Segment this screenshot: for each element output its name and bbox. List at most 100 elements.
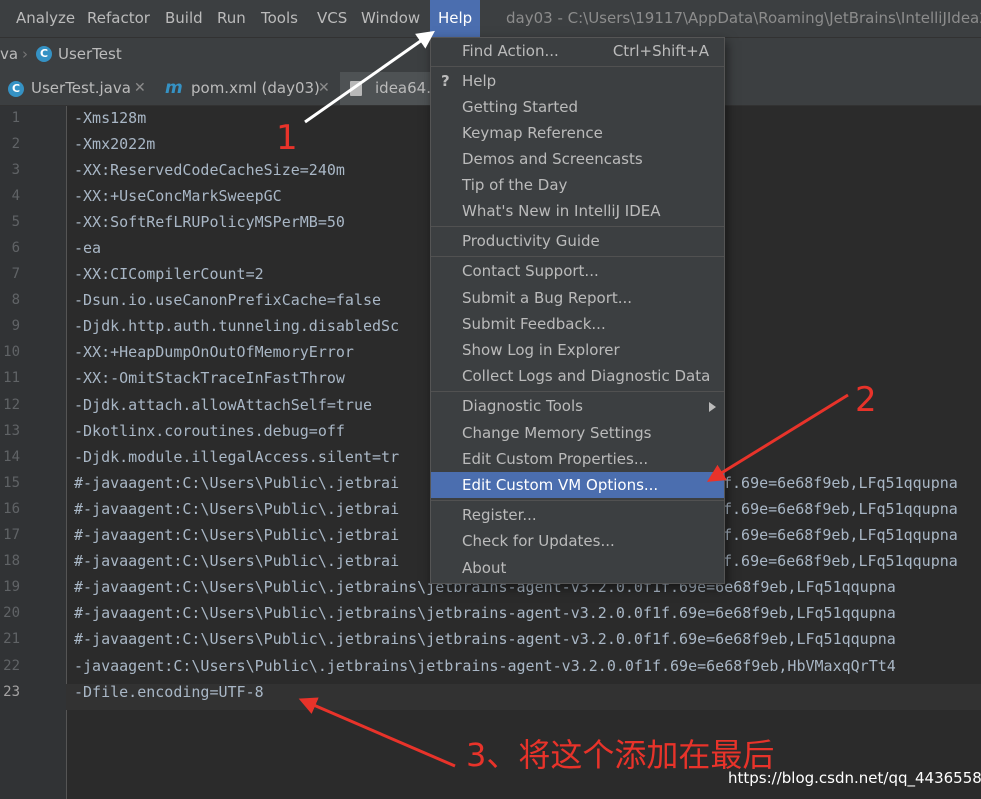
breadcrumb-file[interactable]: UserTest bbox=[58, 38, 122, 71]
line-number: 4 bbox=[11, 188, 20, 204]
menu-item-label: What's New in IntelliJ IDEA bbox=[462, 202, 661, 220]
code-line: -Dsun.io.useCanonPrefixCache=false bbox=[74, 291, 382, 309]
tab-label: pom.xml (day03) bbox=[191, 79, 320, 97]
tab-usertest[interactable]: C UserTest.java ✕ bbox=[0, 72, 157, 105]
line-number: 1 bbox=[11, 110, 20, 126]
code-line: #-javaagent:C:\Users\Public\.jetbrai bbox=[74, 552, 400, 570]
menu-item-check-updates[interactable]: Check for Updates... bbox=[431, 528, 724, 554]
code-line-tail: f.69e=6e68f9eb,LFq51qqupna bbox=[723, 500, 958, 518]
menu-item-contact-support[interactable]: Contact Support... bbox=[431, 258, 724, 284]
menu-analyze[interactable]: Analyze bbox=[16, 0, 75, 37]
tab-pom[interactable]: m pom.xml (day03) ✕ bbox=[157, 72, 340, 105]
menu-build[interactable]: Build bbox=[165, 0, 203, 37]
maven-icon: m bbox=[165, 78, 183, 98]
menu-help[interactable]: Help bbox=[430, 0, 481, 37]
code-line: #-javaagent:C:\Users\Public\.jetbrains\j… bbox=[74, 604, 896, 622]
breadcrumb-chevron-icon: › bbox=[22, 45, 28, 63]
menu-refactor[interactable]: Refactor bbox=[87, 0, 150, 37]
menu-item-label: Getting Started bbox=[462, 98, 578, 116]
code-line: -XX:+UseConcMarkSweepGC bbox=[74, 187, 282, 205]
menu-item-label: Find Action... bbox=[462, 42, 559, 60]
menu-window[interactable]: Window bbox=[361, 0, 420, 37]
menu-item-productivity-guide[interactable]: Productivity Guide bbox=[431, 228, 724, 254]
menu-item-edit-custom-vm-options[interactable]: Edit Custom VM Options... bbox=[431, 472, 724, 498]
menu-item-getting-started[interactable]: Getting Started bbox=[431, 94, 724, 120]
menu-item-demos[interactable]: Demos and Screencasts bbox=[431, 146, 724, 172]
file-icon bbox=[350, 81, 362, 96]
step-2-label: 2 bbox=[855, 380, 877, 420]
close-icon[interactable]: ✕ bbox=[134, 72, 146, 105]
tab-idea64[interactable]: idea64. bbox=[340, 72, 432, 105]
menu-item-label: Edit Custom Properties... bbox=[462, 450, 649, 468]
code-line: -Djdk.attach.allowAttachSelf=true bbox=[74, 396, 373, 414]
menu-item-submit-bug[interactable]: Submit a Bug Report... bbox=[431, 285, 724, 311]
line-number: 17 bbox=[3, 527, 20, 543]
menu-item-submit-feedback[interactable]: Submit Feedback... bbox=[431, 311, 724, 337]
line-number: 19 bbox=[3, 579, 20, 595]
menu-item-tip-of-the-day[interactable]: Tip of the Day bbox=[431, 172, 724, 198]
help-menu-dropdown: Find Action... Ctrl+Shift+A ? Help Getti… bbox=[430, 37, 725, 584]
menu-tools[interactable]: Tools bbox=[261, 0, 298, 37]
menu-item-label: Submit a Bug Report... bbox=[462, 289, 633, 307]
menu-item-label: Demos and Screencasts bbox=[462, 150, 643, 168]
menu-separator bbox=[431, 391, 724, 392]
line-number: 7 bbox=[11, 266, 20, 282]
menu-item-label: Register... bbox=[462, 506, 537, 524]
shortcut-label: Ctrl+Shift+A bbox=[612, 42, 709, 60]
menu-item-register[interactable]: Register... bbox=[431, 502, 724, 528]
menu-item-collect-logs[interactable]: Collect Logs and Diagnostic Data bbox=[431, 363, 724, 389]
menu-item-edit-custom-properties[interactable]: Edit Custom Properties... bbox=[431, 446, 724, 472]
menu-item-change-memory[interactable]: Change Memory Settings bbox=[431, 420, 724, 446]
code-line: -XX:CICompilerCount=2 bbox=[74, 265, 264, 283]
line-number: 18 bbox=[3, 553, 20, 569]
line-number: 5 bbox=[11, 214, 20, 230]
code-line: -Dkotlinx.coroutines.debug=off bbox=[74, 422, 345, 440]
code-line: -Djdk.http.auth.tunneling.disabledSc bbox=[74, 317, 400, 335]
menu-item-label: Tip of the Day bbox=[462, 176, 568, 194]
menu-item-find-action[interactable]: Find Action... Ctrl+Shift+A bbox=[431, 38, 724, 64]
menu-item-label: Show Log in Explorer bbox=[462, 341, 620, 359]
menu-item-keymap-reference[interactable]: Keymap Reference bbox=[431, 120, 724, 146]
code-line-tail: f.69e=6e68f9eb,LFq51qqupna bbox=[723, 474, 958, 492]
menu-item-label: Change Memory Settings bbox=[462, 424, 652, 442]
menu-item-help[interactable]: ? Help bbox=[431, 68, 724, 94]
breadcrumb-parent[interactable]: va bbox=[0, 38, 18, 71]
menu-item-whats-new[interactable]: What's New in IntelliJ IDEA bbox=[431, 198, 724, 224]
line-number: 22 bbox=[3, 658, 20, 674]
menu-vcs[interactable]: VCS bbox=[317, 0, 347, 37]
menu-separator bbox=[431, 66, 724, 67]
line-number: 13 bbox=[3, 423, 20, 439]
java-class-icon: C bbox=[8, 81, 24, 97]
line-number: 20 bbox=[3, 605, 20, 621]
java-class-icon: C bbox=[36, 46, 52, 62]
menu-separator bbox=[431, 226, 724, 227]
line-number: 9 bbox=[11, 318, 20, 334]
line-number: 2 bbox=[11, 136, 20, 152]
code-line: -Djdk.module.illegalAccess.silent=tr bbox=[74, 448, 400, 466]
window-title: day03 - C:\Users\19117\AppData\Roaming\J… bbox=[506, 9, 981, 27]
code-line: #-javaagent:C:\Users\Public\.jetbrai bbox=[74, 500, 400, 518]
code-line: #-javaagent:C:\Users\Public\.jetbrai bbox=[74, 526, 400, 544]
menu-item-label: Help bbox=[462, 72, 497, 90]
code-line: -XX:+HeapDumpOnOutOfMemoryError bbox=[74, 343, 354, 361]
code-line: -XX:-OmitStackTraceInFastThrow bbox=[74, 369, 345, 387]
menu-item-show-log[interactable]: Show Log in Explorer bbox=[431, 337, 724, 363]
watermark: https://blog.csdn.net/qq_44365580 bbox=[728, 769, 981, 787]
close-icon[interactable]: ✕ bbox=[318, 72, 330, 105]
menu-bar: Analyze Refactor Build Run Tools VCS Win… bbox=[0, 0, 981, 37]
menu-item-label: Diagnostic Tools bbox=[462, 397, 583, 415]
code-line: -Xmx2022m bbox=[74, 135, 156, 153]
menu-run[interactable]: Run bbox=[217, 0, 246, 37]
line-number: 12 bbox=[3, 397, 20, 413]
code-line-tail: f.69e=6e68f9eb,LFq51qqupna bbox=[723, 526, 958, 544]
tab-label: idea64. bbox=[375, 79, 431, 97]
menu-item-about[interactable]: About bbox=[431, 555, 724, 581]
question-mark-icon: ? bbox=[441, 72, 450, 90]
line-number-current: 23 bbox=[3, 684, 20, 700]
line-number: 15 bbox=[3, 475, 20, 491]
line-number: 10 bbox=[3, 344, 20, 360]
menu-item-label: Contact Support... bbox=[462, 262, 599, 280]
code-line: #-javaagent:C:\Users\Public\.jetbrains\j… bbox=[74, 630, 896, 648]
code-line-current: -Dfile.encoding=UTF-8 bbox=[74, 683, 264, 701]
menu-item-diagnostic-tools[interactable]: Diagnostic Tools bbox=[431, 393, 724, 419]
